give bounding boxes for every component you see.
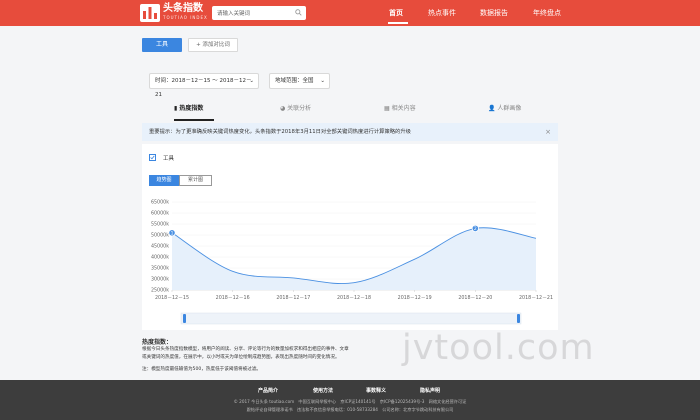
x-tick-label: 2018－12－16 [216,295,250,301]
x-tick-label: 2018－12－19 [398,295,432,301]
footer-link-privacy[interactable]: 隐私声明 [420,387,440,394]
x-tick-label: 2018－12－21 [519,295,553,301]
explain-line-1: 根据今日头条热度指数模型，将用户的阅读、分享、评论等行为的数量加权求和得出相应的… [142,347,349,352]
y-tick-label: 55000k [151,222,169,228]
watermark-text: jvtool.com [402,328,595,368]
y-tick-label: 50000k [151,233,169,239]
explain-note: 注：模型热度最低输值为500，热度低于该阈值将被过滤。 [142,367,262,372]
y-tick-label: 25000k [151,288,169,294]
footer-license: 跟帖评论自律管理承诺书 违法和不良信息举报电话：010-58733284 公司名… [246,407,454,412]
footer-copyright: © 2017 今日头条 toutiao.com 中国互联网举报中心 京ICP证1… [233,399,467,404]
heat-index-chart: 25000k 30000k 35000k 40000k 45000k 50000k 5500… [151,200,553,325]
explain-title: 热度指数： [142,339,173,346]
range-slider-track [180,312,522,325]
y-tick-label: 65000k [151,200,169,206]
x-tick-label: 2018－12－18 [337,295,371,301]
footer-link-definitions[interactable]: 事数释义 [366,387,386,394]
y-tick-label: 35000k [151,266,169,272]
range-handle-left[interactable] [183,314,186,323]
event-marker-label: 2 [474,226,477,232]
event-marker-label: 1 [171,231,174,237]
y-tick-label: 40000k [151,255,169,261]
y-tick-label: 30000k [151,277,169,283]
footer-link-product[interactable]: 产品简介 [258,387,278,394]
chart-area-fill [172,227,536,290]
range-handle-right[interactable] [517,314,520,323]
explain-line-2: 或关键词的热度值，在展示中，以小时或天为单位绘制成趋势图，表现出热度随时间的变化… [142,355,340,360]
range-slider[interactable] [180,312,522,325]
x-tick-label: 2018－12－17 [276,295,310,301]
y-tick-label: 60000k [151,211,169,217]
y-tick-label: 45000k [151,244,169,250]
footer-link-usage[interactable]: 使用方法 [313,387,333,394]
x-tick-label: 2018－12－15 [155,295,189,301]
x-tick-label: 2018－12－20 [458,295,492,301]
